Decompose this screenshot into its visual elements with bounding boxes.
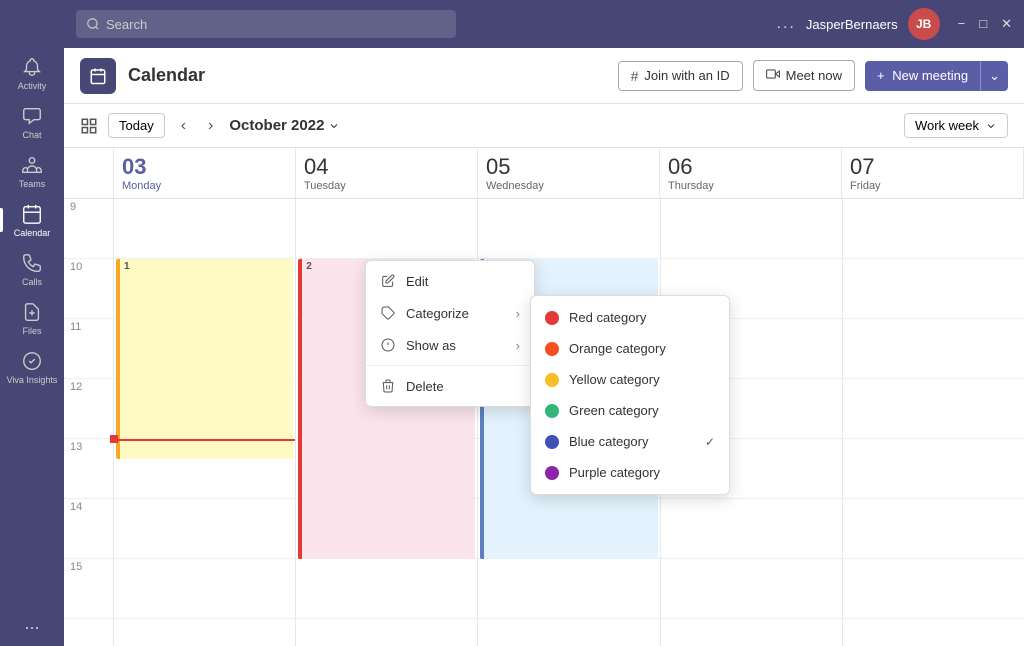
red-dot xyxy=(545,311,559,325)
sidebar-more[interactable]: ... xyxy=(24,613,39,634)
category-yellow[interactable]: Yellow category xyxy=(531,364,729,395)
close-button[interactable]: ✕ xyxy=(1001,16,1012,32)
time-14: 14 xyxy=(64,499,113,559)
current-time-line xyxy=(114,439,295,441)
new-meeting-button[interactable]: + New meeting ⌄ xyxy=(865,61,1008,91)
sidebar-item-viva[interactable]: Viva Insights xyxy=(0,342,64,391)
sidebar-item-files[interactable]: Files xyxy=(0,293,64,342)
minimize-button[interactable]: − xyxy=(958,16,966,32)
ctx-delete[interactable]: Delete xyxy=(366,370,534,402)
orange-dot xyxy=(545,342,559,356)
workweek-selector[interactable]: Work week xyxy=(904,113,1008,138)
event-yellow[interactable]: 1 xyxy=(116,259,293,459)
sidebar-item-teams[interactable]: Teams xyxy=(0,146,64,195)
context-menu: Edit Categorize › Show as › Delete xyxy=(365,260,535,407)
maximize-button[interactable]: □ xyxy=(979,16,987,32)
day-header-tue: 04 Tuesday xyxy=(296,148,478,198)
sidebar-item-calls[interactable]: Calls xyxy=(0,244,64,293)
sidebar-item-label-teams: Teams xyxy=(19,179,46,189)
sidebar: Activity Chat Teams Calendar Calls Files xyxy=(0,0,64,646)
category-blue[interactable]: Blue category ✓ xyxy=(531,426,729,457)
categorize-arrow: › xyxy=(516,306,520,321)
next-arrow[interactable]: › xyxy=(202,115,219,137)
delete-icon xyxy=(380,378,396,394)
time-11: 11 xyxy=(64,319,113,379)
search-box[interactable]: Search xyxy=(76,10,456,38)
time-10: 10 xyxy=(64,259,113,319)
category-purple[interactable]: Purple category xyxy=(531,457,729,488)
grid-icon xyxy=(80,117,98,135)
ctx-separator xyxy=(366,365,534,366)
category-orange[interactable]: Orange category xyxy=(531,333,729,364)
blue-checkmark: ✓ xyxy=(705,435,715,449)
sidebar-item-label-calls: Calls xyxy=(22,277,42,287)
sidebar-item-label-calendar: Calendar xyxy=(14,228,51,238)
meet-now-button[interactable]: Meet now xyxy=(753,60,855,91)
sidebar-item-label-viva: Viva Insights xyxy=(7,375,58,385)
day-header-thu: 06 Thursday xyxy=(660,148,842,198)
ctx-categorize[interactable]: Categorize › xyxy=(366,297,534,329)
new-meeting-caret[interactable]: ⌄ xyxy=(980,61,1008,91)
time-12: 12 xyxy=(64,379,113,439)
sidebar-item-label-files: Files xyxy=(22,326,41,336)
purple-dot xyxy=(545,466,559,480)
plus-icon: + xyxy=(877,68,885,83)
hash-icon: # xyxy=(631,68,639,84)
category-submenu: Red category Orange category Yellow cate… xyxy=(530,295,730,495)
avatar: JB xyxy=(908,8,940,40)
day-col-fri xyxy=(843,199,1024,646)
day-header-mon: 03 Monday xyxy=(114,148,296,198)
time-15: 15 xyxy=(64,559,113,619)
day-header-fri: 07 Friday xyxy=(842,148,1024,198)
green-dot xyxy=(545,404,559,418)
day-col-mon: 1 xyxy=(114,199,296,646)
ctx-edit[interactable]: Edit xyxy=(366,265,534,297)
yellow-dot xyxy=(545,373,559,387)
day-headers: 03 Monday 04 Tuesday 05 Wednesday 06 Thu… xyxy=(64,148,1024,199)
sidebar-item-calendar[interactable]: Calendar xyxy=(0,195,64,244)
titlebar-right: ... JasperBernaers JB − □ ✕ xyxy=(777,8,1012,40)
show-as-arrow: › xyxy=(516,338,520,353)
categorize-icon xyxy=(380,305,396,321)
blue-dot xyxy=(545,435,559,449)
ctx-show-as[interactable]: Show as › xyxy=(366,329,534,361)
prev-arrow[interactable]: ‹ xyxy=(175,115,192,137)
month-label[interactable]: October 2022 xyxy=(229,117,340,134)
month-dropdown-icon xyxy=(328,120,340,132)
show-as-icon xyxy=(380,337,396,353)
video-icon xyxy=(766,67,780,84)
day-header-wed: 05 Wednesday xyxy=(478,148,660,198)
edit-icon xyxy=(380,273,396,289)
time-13: 13 xyxy=(64,439,113,499)
workweek-dropdown-icon xyxy=(985,120,997,132)
category-green[interactable]: Green category xyxy=(531,395,729,426)
calendar-title: Calendar xyxy=(128,65,205,86)
username-label: JasperBernaers xyxy=(806,17,898,32)
window-controls: − □ ✕ xyxy=(958,16,1012,32)
sidebar-item-label-activity: Activity xyxy=(18,81,47,91)
sidebar-item-chat[interactable]: Chat xyxy=(0,97,64,146)
current-time-dot xyxy=(110,435,118,443)
category-red[interactable]: Red category xyxy=(531,302,729,333)
calendar-nav-bar: Today ‹ › October 2022 Work week xyxy=(64,104,1024,148)
calendar-header-actions: # Join with an ID Meet now + New meeting… xyxy=(618,60,1008,91)
search-icon xyxy=(86,17,100,31)
more-options[interactable]: ... xyxy=(777,15,796,33)
today-button[interactable]: Today xyxy=(108,113,165,138)
calendar-app-icon xyxy=(80,58,116,94)
join-with-id-button[interactable]: # Join with an ID xyxy=(618,61,743,91)
sidebar-item-activity[interactable]: Activity xyxy=(0,48,64,97)
time-9: 9 xyxy=(64,199,113,259)
sidebar-top-bar xyxy=(0,0,64,48)
search-placeholder: Search xyxy=(106,17,147,32)
titlebar: Search ... JasperBernaers JB − □ ✕ xyxy=(64,0,1024,48)
sidebar-item-label-chat: Chat xyxy=(22,130,41,140)
calendar-header: Calendar # Join with an ID Meet now + Ne… xyxy=(64,48,1024,104)
